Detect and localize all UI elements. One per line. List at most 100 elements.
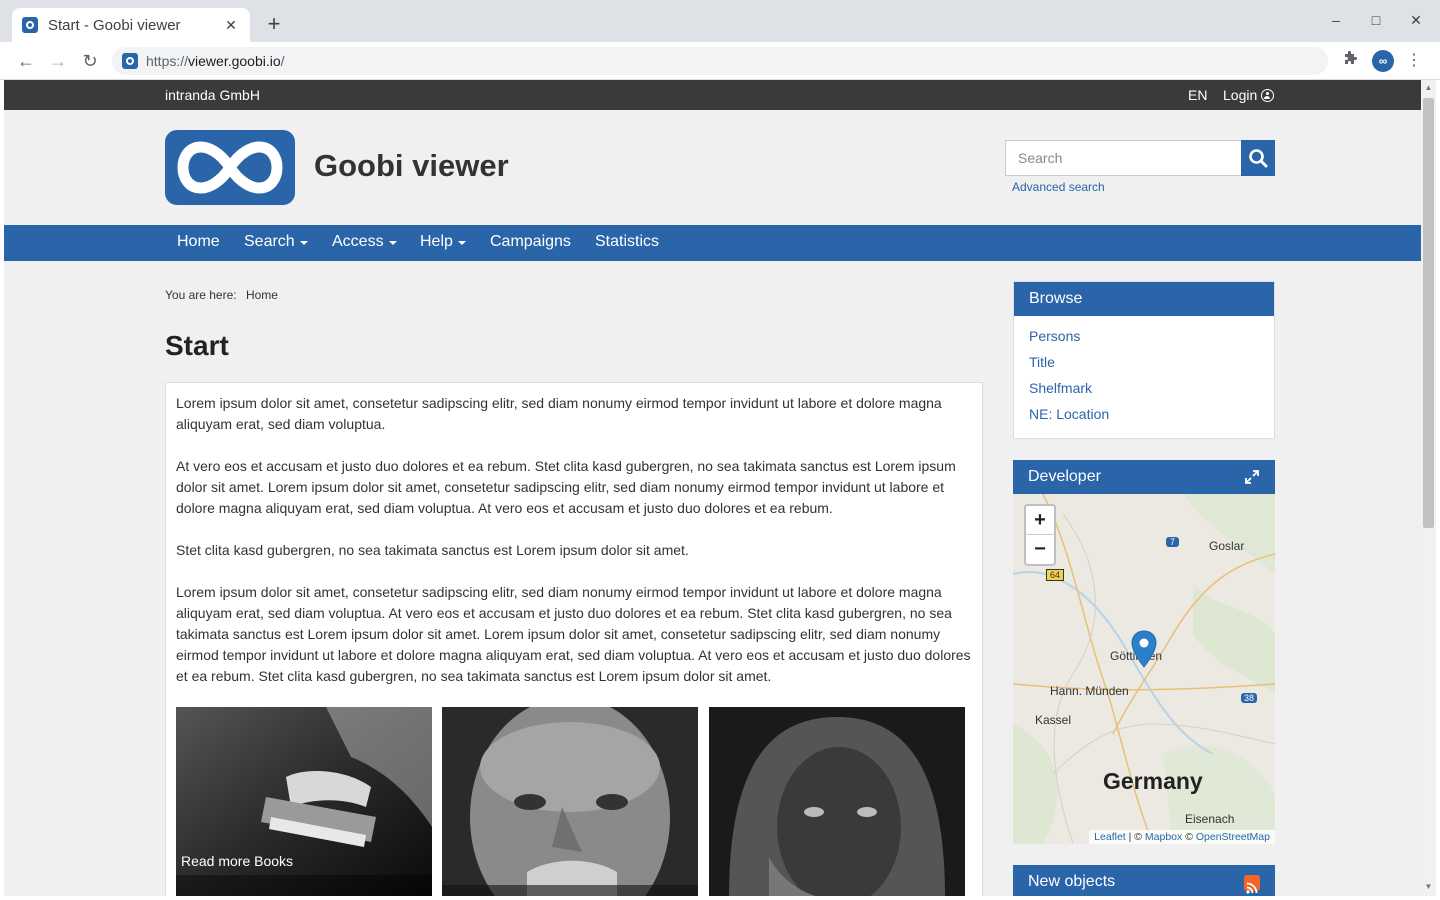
nav-statistics[interactable]: Statistics xyxy=(595,233,659,251)
expand-icon[interactable] xyxy=(1244,460,1260,494)
content-paragraph: Lorem ipsum dolor sit amet, consetetur s… xyxy=(176,395,942,432)
location-map[interactable]: Goslar Göttingen Hann. Münden Kassel Ger… xyxy=(1013,494,1275,844)
browse-link-persons[interactable]: Persons xyxy=(1029,328,1259,354)
caret-down-icon xyxy=(457,241,466,245)
main-navigation: Home Search Access Help Campaigns Statis… xyxy=(4,225,1421,261)
page-viewport: intranda GmbH EN Login Goobi viewer Sear… xyxy=(4,80,1421,896)
page-scrollbar[interactable]: ▲ ▼ xyxy=(1421,80,1436,896)
search-button[interactable] xyxy=(1241,140,1275,176)
browse-link-title[interactable]: Title xyxy=(1029,354,1259,380)
site-favicon-icon xyxy=(122,53,138,69)
advanced-search-link[interactable]: Advanced search xyxy=(1012,180,1105,194)
content-paragraph: Stet clita kasd gubergren, no sea takima… xyxy=(176,542,689,558)
map-label-eisenach: Eisenach xyxy=(1185,812,1235,826)
rss-feed-icon[interactable] xyxy=(1244,875,1260,894)
developer-widget: Developer Goslar Hann. Münden Kassel Ger… xyxy=(1013,460,1275,844)
new-objects-widget-header: New objects xyxy=(1013,865,1275,896)
search-input[interactable]: Search xyxy=(1005,140,1242,176)
close-icon[interactable]: ✕ xyxy=(222,17,240,34)
window-close-icon[interactable]: ✕ xyxy=(1406,12,1426,29)
top-bar: intranda GmbH EN Login xyxy=(4,80,1421,110)
map-label-kassel: Kassel xyxy=(1035,713,1072,727)
zoom-in-button[interactable]: + xyxy=(1026,506,1054,535)
page-title: Start xyxy=(165,330,229,361)
developer-widget-title: Developer xyxy=(1028,468,1101,485)
tile-label: Read more Books xyxy=(181,853,294,869)
tile-portrait-hooded-man[interactable] xyxy=(709,707,965,896)
new-objects-title: New objects xyxy=(1028,873,1116,890)
address-bar[interactable]: https:// viewer.goobi.io / xyxy=(112,47,1328,75)
attribution-separator: | © xyxy=(1125,831,1145,843)
reload-icon[interactable]: ↻ xyxy=(79,50,101,72)
content-box: Lorem ipsum dolor sit amet, consetetur s… xyxy=(165,382,983,896)
nav-search-label: Search xyxy=(244,233,295,250)
language-switch[interactable]: EN xyxy=(1188,87,1207,103)
nav-home-label: Home xyxy=(177,233,220,250)
developer-widget-header: Developer xyxy=(1013,460,1275,494)
nav-help-label: Help xyxy=(420,233,453,250)
zoom-out-button[interactable]: − xyxy=(1026,535,1054,564)
road-shield-38: 38 xyxy=(1241,693,1258,703)
url-host: viewer.goobi.io xyxy=(188,53,281,69)
browse-link-location[interactable]: NE: Location xyxy=(1029,406,1259,432)
image-tiles: Read more Books xyxy=(176,707,976,896)
back-arrow-icon[interactable]: ← xyxy=(15,50,37,72)
extensions-puzzle-icon[interactable] xyxy=(1340,51,1360,71)
goobi-logo[interactable] xyxy=(165,130,295,205)
content-paragraph: Lorem ipsum dolor sit amet, consetetur s… xyxy=(176,584,971,684)
caret-down-icon xyxy=(388,241,397,245)
browser-tabstrip: Start - Goobi viewer ✕ + – □ ✕ xyxy=(0,0,1440,42)
login-label: Login xyxy=(1223,87,1258,103)
tile-books[interactable]: Read more Books xyxy=(176,707,432,896)
attribution-copyright: © xyxy=(1182,831,1196,843)
login-link[interactable]: Login xyxy=(1223,87,1275,103)
browser-tab[interactable]: Start - Goobi viewer ✕ xyxy=(12,8,250,42)
goobi-extension-icon[interactable]: ∞ xyxy=(1372,50,1394,72)
attribution-leaflet-link[interactable]: Leaflet xyxy=(1094,831,1126,843)
sidebar: Browse Persons Title Shelfmark NE: Locat… xyxy=(1013,281,1275,896)
nav-access[interactable]: Access xyxy=(332,233,397,251)
road-shield-64: 64 xyxy=(1046,569,1065,581)
goobi-favicon-icon xyxy=(22,17,38,33)
browse-link-shelfmark[interactable]: Shelfmark xyxy=(1029,380,1259,406)
nav-statistics-label: Statistics xyxy=(595,233,660,250)
maximize-icon[interactable]: □ xyxy=(1366,12,1386,28)
caret-down-icon xyxy=(299,241,308,245)
content-paragraph: At vero eos et accusam et justo duo dolo… xyxy=(176,458,956,516)
browser-toolbar: ← → ↻ https:// viewer.goobi.io / ⋮ xyxy=(0,42,1440,80)
browse-widget: Browse Persons Title Shelfmark NE: Locat… xyxy=(1013,281,1275,439)
nav-access-label: Access xyxy=(332,233,384,250)
tile-portrait-old-man[interactable] xyxy=(442,707,698,896)
scrollbar-thumb[interactable] xyxy=(1423,98,1434,528)
user-circle-icon xyxy=(1261,88,1275,102)
scroll-up-arrow-icon[interactable]: ▲ xyxy=(1423,83,1434,92)
browse-widget-title: Browse xyxy=(1014,282,1274,316)
attribution-mapbox-link[interactable]: Mapbox xyxy=(1145,831,1182,843)
nav-home[interactable]: Home xyxy=(177,233,220,251)
tile-portrait-image xyxy=(442,707,698,896)
browser-menu-icon[interactable]: ⋮ xyxy=(1404,51,1424,71)
site-header: Goobi viewer Search Advanced search xyxy=(4,110,1421,225)
map-label-hann-munden: Hann. Münden xyxy=(1050,684,1129,698)
tile-portrait-image xyxy=(709,707,965,896)
nav-help[interactable]: Help xyxy=(420,233,466,251)
url-path: / xyxy=(280,53,285,69)
nav-search[interactable]: Search xyxy=(244,233,308,251)
scroll-down-arrow-icon[interactable]: ▼ xyxy=(1423,882,1434,891)
search-icon xyxy=(1249,149,1268,168)
new-tab-icon[interactable]: + xyxy=(262,12,286,36)
map-marker-icon[interactable] xyxy=(1131,630,1157,673)
nav-campaigns-label: Campaigns xyxy=(490,233,571,250)
browse-list: Persons Title Shelfmark NE: Location xyxy=(1014,316,1274,438)
nav-campaigns[interactable]: Campaigns xyxy=(490,233,571,251)
map-attribution: Leaflet | © Mapbox © OpenStreetMap xyxy=(1089,830,1275,844)
breadcrumb-prefix: You are here: xyxy=(165,288,237,302)
breadcrumb-current[interactable]: Home xyxy=(246,288,278,302)
attribution-osm-link[interactable]: OpenStreetMap xyxy=(1196,831,1270,843)
forward-arrow-icon[interactable]: → xyxy=(47,50,69,72)
road-shield-7: 7 xyxy=(1166,537,1180,547)
minimize-icon[interactable]: – xyxy=(1326,12,1346,28)
map-label-germany: Germany xyxy=(1103,768,1203,794)
map-zoom-control: + − xyxy=(1024,504,1056,566)
site-title: Goobi viewer xyxy=(314,148,509,183)
